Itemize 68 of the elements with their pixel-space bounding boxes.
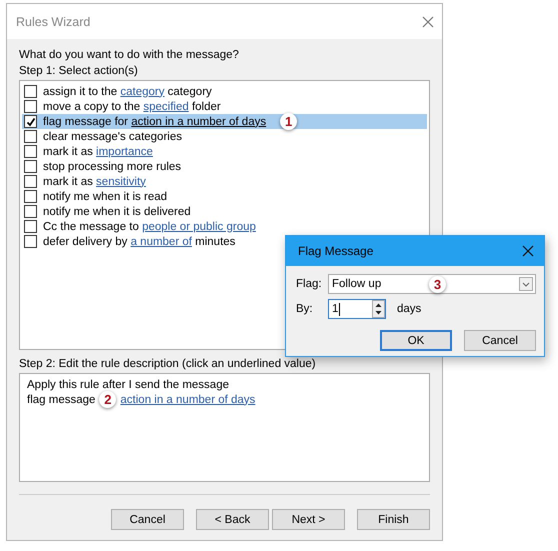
caret-icon[interactable] [519, 277, 533, 291]
wizard-button[interactable]: Next > [272, 509, 345, 530]
checkbox[interactable] [24, 190, 37, 203]
description-text: flag message [27, 394, 96, 406]
step-badge: 3 [429, 276, 446, 293]
step-label: Step 2: Edit the rule description (click an underlined value) [19, 357, 317, 372]
action-item[interactable]: notify me when it is read [22, 189, 427, 204]
action-item[interactable]: Cc the message to people or public group [22, 219, 427, 234]
close-icon[interactable] [522, 245, 534, 257]
action-item[interactable]: assign it to the category category [22, 84, 427, 99]
checkbox[interactable] [24, 85, 37, 98]
action-text: flag message for [43, 116, 130, 128]
checkbox[interactable] [24, 160, 37, 173]
checkbox[interactable] [24, 115, 37, 128]
action-text: move a copy to the [43, 100, 142, 112]
action-text: mark it as [43, 146, 94, 158]
action-text: minutes [194, 236, 236, 248]
action-text: assign it to the [43, 86, 118, 98]
window-title: Rules Wizard [16, 14, 90, 28]
days-spinner[interactable]: 1 [328, 299, 386, 319]
action-text: folder [190, 100, 221, 112]
checkbox[interactable] [24, 130, 37, 143]
wizard-button[interactable]: < Back [196, 509, 269, 530]
checkbox[interactable] [24, 205, 37, 218]
dialog-button[interactable]: OK [380, 330, 452, 351]
action-text: stop processing more rules [43, 160, 182, 172]
flag-dropdown[interactable]: Follow up 3 [328, 274, 536, 294]
action-item[interactable]: notify me when it is delivered [22, 204, 427, 219]
action-item[interactable]: mark it as importance [22, 144, 427, 159]
action-link[interactable]: specified [143, 100, 189, 112]
checkbox[interactable] [24, 145, 37, 158]
action-link[interactable]: people or public group [142, 220, 256, 232]
by-label: By: [296, 303, 314, 315]
checkbox[interactable] [24, 235, 37, 248]
dialog-button[interactable]: Cancel [464, 330, 536, 351]
action-link[interactable]: action in a number of days [131, 116, 266, 128]
close-icon[interactable] [422, 16, 434, 28]
flag-label: Flag: [296, 278, 323, 290]
description-link[interactable]: action in a number of days [120, 394, 256, 406]
step-badge: 2 [99, 391, 116, 408]
wizard-button[interactable]: Finish [357, 509, 430, 530]
dialog-title: Flag Message [298, 244, 374, 258]
action-text: clear message's categories [43, 130, 182, 142]
action-text: notify me when it is delivered [43, 206, 191, 218]
action-item[interactable]: clear message's categories [22, 129, 427, 144]
action-text: mark it as [43, 176, 94, 188]
step-label: Step 1: Select action(s) [19, 64, 139, 79]
action-item[interactable]: flag message for action in a number of days 1 [22, 114, 427, 129]
checkbox[interactable] [24, 100, 37, 113]
action-link[interactable]: a number of [130, 236, 192, 248]
wizard-button[interactable]: Cancel [111, 509, 184, 530]
question-text: What do you want to do with the message? [19, 48, 240, 63]
checkbox[interactable] [24, 220, 37, 233]
action-link[interactable]: importance [96, 146, 153, 158]
step-badge: 1 [280, 113, 298, 130]
action-item[interactable]: move a copy to the specified folder [22, 99, 427, 114]
action-text: defer delivery by [43, 236, 128, 248]
description-text: Apply this rule after I send the message [27, 378, 229, 390]
action-link[interactable]: sensitivity [96, 176, 146, 188]
action-text: category [166, 86, 212, 98]
action-item[interactable]: stop processing more rules [22, 159, 427, 174]
action-text: Cc the message to [43, 220, 140, 232]
spin-arrows-icon[interactable] [372, 300, 385, 318]
unit-text: days [397, 303, 422, 315]
action-link[interactable]: category [120, 86, 164, 98]
checkbox[interactable] [24, 175, 37, 188]
action-item[interactable]: mark it as sensitivity [22, 174, 427, 189]
action-text: notify me when it is read [43, 190, 168, 202]
